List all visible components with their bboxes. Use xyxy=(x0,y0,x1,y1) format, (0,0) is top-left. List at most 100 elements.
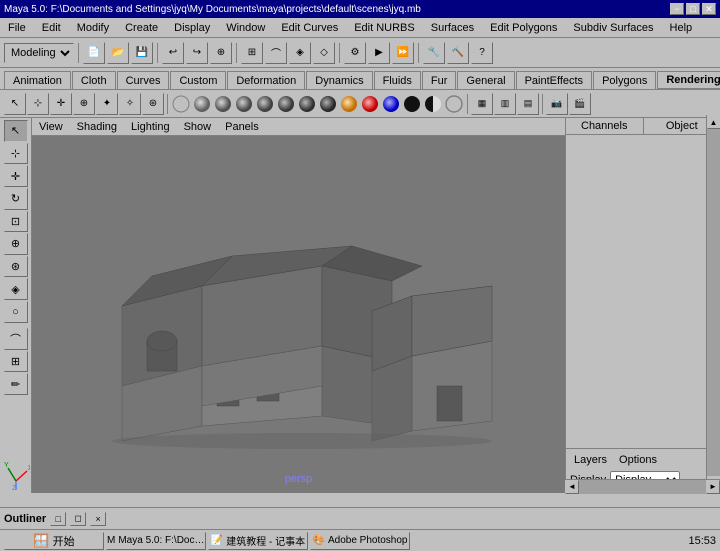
select3-icon[interactable]: ✦ xyxy=(96,93,118,115)
render-icon2[interactable]: ▥ xyxy=(494,93,516,115)
select-icon[interactable]: ↖ xyxy=(4,93,26,115)
scroll-left-arrow[interactable]: ◄ xyxy=(565,480,579,494)
tab-rendering[interactable]: Rendering xyxy=(657,71,720,89)
vp-menu-show[interactable]: Show xyxy=(181,120,215,134)
sphere-4-icon[interactable] xyxy=(255,94,275,114)
render-icon1[interactable]: ▦ xyxy=(471,93,493,115)
menu-edit-nurbs[interactable]: Edit NURBS xyxy=(350,21,419,35)
sphere-3-icon[interactable] xyxy=(234,94,254,114)
vp-menu-lighting[interactable]: Lighting xyxy=(128,120,173,134)
minimize-button[interactable]: − xyxy=(670,3,684,15)
select-tool[interactable]: ↖ xyxy=(4,120,28,142)
sphere-color-1[interactable] xyxy=(339,94,359,114)
close-button[interactable]: ✕ xyxy=(702,3,716,15)
tab-dynamics[interactable]: Dynamics xyxy=(306,71,372,89)
sphere-1-icon[interactable] xyxy=(192,94,212,114)
menu-file[interactable]: File xyxy=(4,21,30,35)
new-scene-button[interactable]: 📄 xyxy=(83,42,105,64)
tab-fluids[interactable]: Fluids xyxy=(374,71,421,89)
maya-taskbar-btn[interactable]: M Maya 5.0: F:\Documents... xyxy=(106,532,206,550)
outliner-close-button[interactable]: × xyxy=(90,512,106,526)
sphere-color-3[interactable] xyxy=(381,94,401,114)
tab-polygons[interactable]: Polygons xyxy=(593,71,656,89)
save-button[interactable]: 💾 xyxy=(131,42,153,64)
tab-animation[interactable]: Animation xyxy=(4,71,71,89)
universal-tool[interactable]: ⊕ xyxy=(4,233,28,255)
rotate-tool[interactable]: ↻ xyxy=(4,188,28,210)
pencil-tool[interactable]: ✏ xyxy=(4,373,28,395)
render-icon3[interactable]: ▤ xyxy=(517,93,539,115)
scale-tool[interactable]: ⊡ xyxy=(4,211,28,233)
undo-button[interactable]: ↩ xyxy=(162,42,184,64)
menu-create[interactable]: Create xyxy=(121,21,162,35)
tab-deformation[interactable]: Deformation xyxy=(227,71,305,89)
start-button[interactable]: 🪟 开始 xyxy=(4,532,104,550)
sphere-2-icon[interactable] xyxy=(213,94,233,114)
soft-mod-tool[interactable]: ⊛ xyxy=(4,256,28,278)
camera-icon[interactable]: 📷 xyxy=(546,93,568,115)
lasso-icon[interactable]: ⊹ xyxy=(27,93,49,115)
ipr-render-button[interactable]: ⏩ xyxy=(392,42,414,64)
render-button[interactable]: ▶ xyxy=(368,42,390,64)
select2-icon[interactable]: ⊕ xyxy=(73,93,95,115)
lasso-tool[interactable]: ○ xyxy=(4,301,28,323)
tab-fur[interactable]: Fur xyxy=(422,71,457,89)
menu-edit-curves[interactable]: Edit Curves xyxy=(277,21,342,35)
outliner-minimize-button[interactable]: □ xyxy=(50,512,66,526)
photoshop-taskbar-btn[interactable]: 🎨 Adobe Photoshop xyxy=(310,532,410,550)
render-settings-button[interactable]: ⚙ xyxy=(344,42,366,64)
show-manip-tool[interactable]: ◈ xyxy=(4,278,28,300)
paint-select-tool[interactable]: ⊹ xyxy=(4,143,28,165)
sphere-flat-icon[interactable] xyxy=(171,94,191,114)
scroll-up-arrow[interactable]: ▲ xyxy=(707,115,720,129)
paint2-icon[interactable]: ✧ xyxy=(119,93,141,115)
scroll-right-arrow[interactable]: ► xyxy=(706,480,720,494)
open-button[interactable]: 📂 xyxy=(107,42,129,64)
sphere-7-icon[interactable] xyxy=(318,94,338,114)
transform-button[interactable]: ⊕ xyxy=(210,42,232,64)
magnet-button[interactable]: 🔧 xyxy=(423,42,445,64)
deform-button[interactable]: 🔨 xyxy=(447,42,469,64)
sphere-6-icon[interactable] xyxy=(297,94,317,114)
menu-display[interactable]: Display xyxy=(170,21,214,35)
menu-help[interactable]: Help xyxy=(666,21,697,35)
sphere-5-icon[interactable] xyxy=(276,94,296,114)
tab-cloth[interactable]: Cloth xyxy=(72,71,116,89)
vp-menu-panels[interactable]: Panels xyxy=(222,120,262,134)
menu-modify[interactable]: Modify xyxy=(73,21,113,35)
outliner-restore-button[interactable]: ◻ xyxy=(70,512,86,526)
notepad-taskbar-btn[interactable]: 📝 建筑教程 - 记事本 xyxy=(208,532,308,550)
help-button[interactable]: ? xyxy=(471,42,493,64)
menu-subdiv-surfaces[interactable]: Subdiv Surfaces xyxy=(569,21,657,35)
tab-custom[interactable]: Custom xyxy=(170,71,226,89)
maximize-button[interactable]: □ xyxy=(686,3,700,15)
paint-icon[interactable]: ✛ xyxy=(50,93,72,115)
mode-dropdown[interactable]: Modeling Animation Dynamics Rendering xyxy=(4,43,74,63)
menu-edit[interactable]: Edit xyxy=(38,21,65,35)
channels-tab[interactable]: Channels xyxy=(566,118,644,134)
film-icon[interactable]: 🎬 xyxy=(569,93,591,115)
sphere-black[interactable] xyxy=(402,94,422,114)
sphere-half[interactable] xyxy=(423,94,443,114)
tab-painteffects[interactable]: PaintEffects xyxy=(516,71,593,89)
snap-surface-button[interactable]: ◇ xyxy=(313,42,335,64)
menu-edit-polygons[interactable]: Edit Polygons xyxy=(486,21,561,35)
move-tool[interactable]: ✛ xyxy=(4,165,28,187)
ep-tool[interactable]: ⊞ xyxy=(4,351,28,373)
viewport[interactable]: View Shading Lighting Show Panels xyxy=(32,118,565,493)
sphere-flat2[interactable] xyxy=(444,94,464,114)
vp-menu-view[interactable]: View xyxy=(36,120,66,134)
vp-menu-shading[interactable]: Shading xyxy=(74,120,120,134)
snap-curve-button[interactable]: ⌒ xyxy=(265,42,287,64)
curve-tool[interactable]: ⌒ xyxy=(4,328,28,350)
tab-curves[interactable]: Curves xyxy=(117,71,170,89)
sphere-color-2[interactable] xyxy=(360,94,380,114)
redo-button[interactable]: ↪ xyxy=(186,42,208,64)
layers-tab[interactable]: Layers xyxy=(570,453,611,467)
menu-surfaces[interactable]: Surfaces xyxy=(427,21,478,35)
menu-window[interactable]: Window xyxy=(222,21,269,35)
tab-general[interactable]: General xyxy=(457,71,514,89)
sculpt-icon[interactable]: ⊛ xyxy=(142,93,164,115)
snap-point-button[interactable]: ◈ xyxy=(289,42,311,64)
options-tab[interactable]: Options xyxy=(615,453,661,467)
